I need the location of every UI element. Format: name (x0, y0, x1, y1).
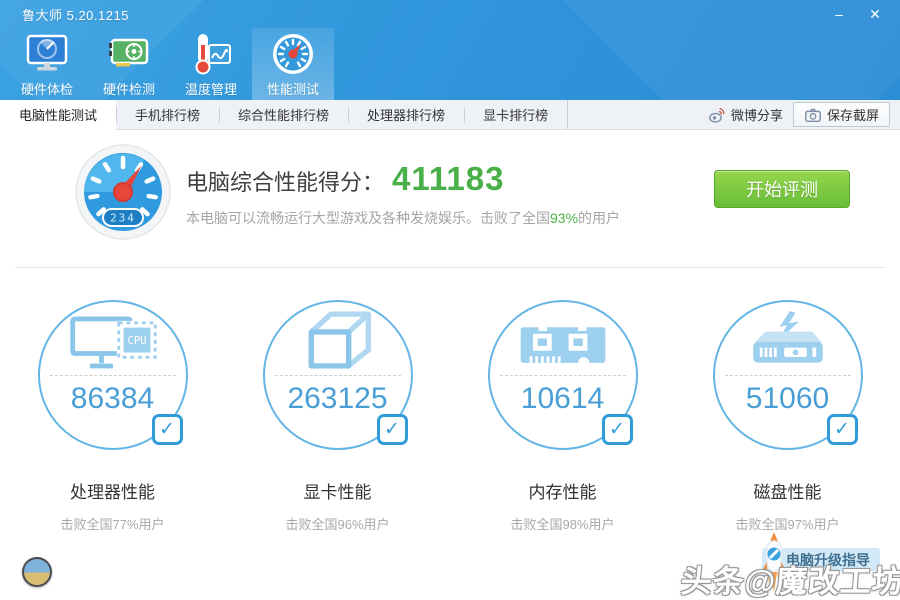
main-toolbar: 硬件体检 硬件检测 (0, 28, 900, 100)
memory-card-title: 内存性能 (450, 478, 675, 503)
cpu-check-icon: ✓ (152, 414, 183, 445)
toolbar-item-temperature[interactable]: 温度管理 (170, 28, 252, 100)
save-screenshot-label: 保存截屏 (827, 105, 879, 124)
tab-overall-ranking[interactable]: 综合性能排行榜 (219, 100, 348, 129)
gauge-badge-text: 234 (110, 212, 136, 225)
subscore-cards: CPU 86384 ✓ 处理器性能 击败全国77%用户 263125 (0, 300, 900, 533)
gpu-score-circle: 263125 ✓ (263, 300, 413, 450)
corner-app-icon (22, 557, 52, 587)
minimize-button[interactable]: – (824, 3, 854, 25)
score-gauge-icon: 234 (74, 143, 172, 241)
gpu-score-value: 263125 (265, 382, 411, 416)
weibo-icon (708, 106, 726, 124)
gpu-card-icon (106, 31, 152, 77)
weibo-share-button[interactable]: 微博分享 (708, 105, 783, 124)
close-button[interactable]: ✕ (860, 3, 890, 25)
cpu-score-circle: CPU 86384 ✓ (38, 300, 188, 450)
gpu-check-icon: ✓ (377, 414, 408, 445)
tab-bar: 电脑性能测试 手机排行榜 综合性能排行榜 处理器排行榜 显卡排行榜 微博分享 保… (0, 100, 900, 130)
start-benchmark-button[interactable]: 开始评测 (714, 170, 850, 208)
cpu-card-title: 处理器性能 (0, 478, 225, 503)
memory-icon (516, 319, 610, 373)
tab-gpu-ranking[interactable]: 显卡排行榜 (464, 100, 568, 129)
tab-cpu-ranking[interactable]: 处理器排行榜 (348, 100, 464, 129)
gpu-card-title: 显卡性能 (225, 478, 450, 503)
memory-score-circle: 10614 ✓ (488, 300, 638, 450)
thermometer-icon (188, 31, 234, 77)
disk-check-icon: ✓ (827, 414, 858, 445)
window-title: 鲁大师 5.20.1215 (22, 5, 129, 24)
memory-check-icon: ✓ (602, 414, 633, 445)
tab-phone-ranking[interactable]: 手机排行榜 (116, 100, 219, 129)
weibo-share-label: 微博分享 (731, 105, 783, 124)
toolbar-item-label: 性能测试 (267, 79, 319, 98)
card-memory-performance[interactable]: 10614 ✓ 内存性能 击败全国98%用户 (450, 300, 675, 533)
toolbar-item-label: 硬件体检 (21, 79, 73, 98)
toolbar-item-label: 温度管理 (185, 79, 237, 98)
toolbar-item-hardware-detect[interactable]: 硬件检测 (88, 28, 170, 100)
section-divider (15, 267, 885, 268)
gpu-card-subtitle: 击败全国96%用户 (225, 514, 450, 533)
gpu-icon (293, 307, 383, 373)
svg-text:CPU: CPU (127, 335, 146, 347)
toolbar-item-performance-test[interactable]: 性能测试 (252, 28, 334, 100)
card-disk-performance[interactable]: 51060 ✓ 磁盘性能 击败全国97%用户 (675, 300, 900, 533)
disk-icon (741, 311, 835, 373)
overall-score-panel: 234 电脑综合性能得分： 411183 本电脑可以流畅运行大型游戏及各种发烧娱… (0, 130, 900, 267)
overall-score-title: 电脑综合性能得分： (186, 165, 384, 197)
cpu-icon: CPU (65, 311, 161, 373)
watermark-text: 头条@魔改工坊 (679, 556, 900, 600)
speedometer-icon (270, 31, 316, 77)
disk-score-value: 51060 (715, 382, 861, 416)
overall-score-description: 本电脑可以流畅运行大型游戏及各种发烧娱乐。击败了全国93%的用户 (186, 208, 620, 228)
memory-card-subtitle: 击败全国98%用户 (450, 514, 675, 533)
tab-pc-performance-test[interactable]: 电脑性能测试 (0, 100, 116, 130)
cpu-score-value: 86384 (40, 382, 186, 416)
disk-card-title: 磁盘性能 (675, 478, 900, 503)
titlebar: 鲁大师 5.20.1215 – ✕ (0, 0, 900, 28)
beat-percent: 93% (550, 210, 578, 226)
disk-card-subtitle: 击败全国97%用户 (675, 514, 900, 533)
monitor-checkup-icon (24, 31, 70, 77)
save-screenshot-button[interactable]: 保存截屏 (793, 102, 890, 127)
memory-score-value: 10614 (490, 382, 636, 416)
disk-score-circle: 51060 ✓ (713, 300, 863, 450)
cpu-card-subtitle: 击败全国77%用户 (0, 514, 225, 533)
card-gpu-performance[interactable]: 263125 ✓ 显卡性能 击败全国96%用户 (225, 300, 450, 533)
camera-icon (804, 106, 822, 124)
toolbar-item-hardware-checkup[interactable]: 硬件体检 (6, 28, 88, 100)
overall-score-value: 411183 (392, 160, 504, 198)
card-cpu-performance[interactable]: CPU 86384 ✓ 处理器性能 击败全国77%用户 (0, 300, 225, 533)
app-header: 鲁大师 5.20.1215 – ✕ 硬件体检 (0, 0, 900, 100)
toolbar-item-label: 硬件检测 (103, 79, 155, 98)
